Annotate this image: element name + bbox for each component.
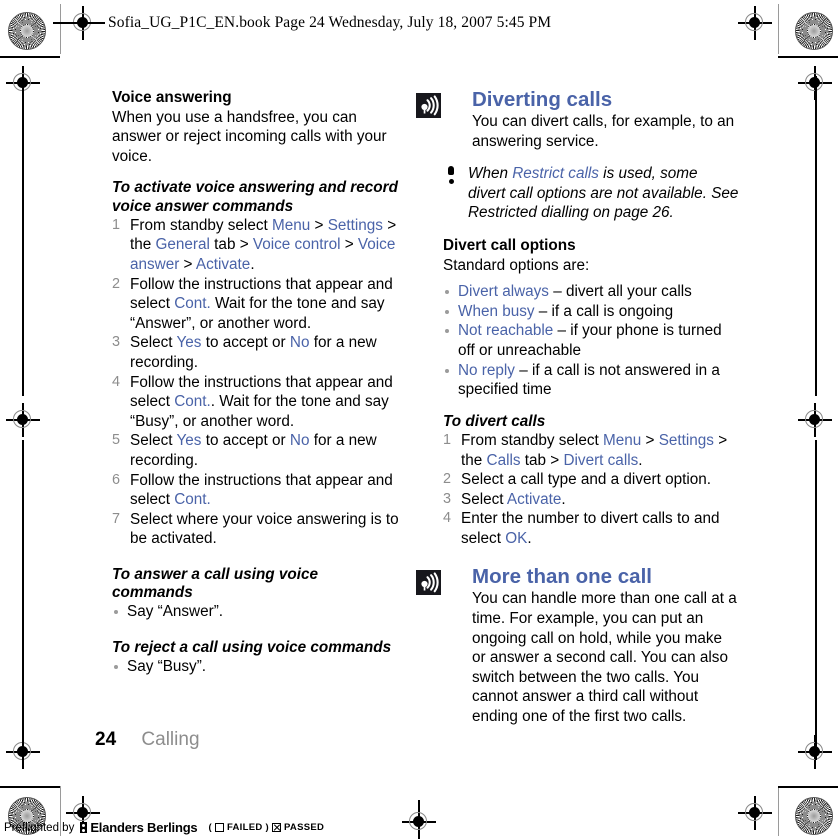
procedure-step: Follow the instructions that appear and … [112, 471, 393, 509]
ui-term: OK [505, 529, 528, 547]
preflight-failed-label: FAILED [226, 822, 263, 833]
procedure-step: Enter the number to divert calls to and … [443, 509, 720, 547]
task-activate-voice-answering-title: To activate voice answering and record v… [112, 179, 398, 215]
diverting-calls-heading: Diverting calls [472, 88, 613, 111]
diverting-calls-intro: You can divert calls, for example, to an… [472, 113, 735, 150]
page-footer: 24 Calling [95, 729, 200, 751]
call-waves-icon [416, 93, 441, 118]
procedure-step: Select Activate. [443, 490, 566, 509]
preflight-passed-label: PASSED [284, 822, 325, 833]
preflight-result: ( FAILED ) PASSED [208, 822, 324, 833]
more-than-one-call-heading: More than one call [472, 565, 652, 589]
ui-term: Calls [486, 451, 521, 469]
procedure-step: Select a call type and a divert option. [443, 470, 712, 489]
ui-term: Divert calls [563, 451, 639, 469]
page-number: 24 [95, 729, 117, 750]
ui-term: Cont. [174, 491, 211, 509]
ui-term: No reply [458, 361, 515, 379]
voice-answering-heading: Voice answering [112, 89, 232, 106]
page-content: Voice answering When you use a handsfree… [0, 0, 838, 839]
preflight-open-paren: ( [208, 822, 212, 833]
preflight-close-paren: ) [265, 822, 269, 833]
list-item: No reply – if a call is not answered in … [443, 361, 739, 400]
restrict-calls-note: When Restrict calls is used, some divert… [443, 164, 739, 223]
preflight-strip: Preflighted by Elanders Berlings ( FAILE… [4, 820, 324, 835]
procedure-step: Select where your voice answering is to … [112, 510, 399, 548]
right-column: Diverting calls You can divert calls, fo… [416, 88, 739, 727]
ui-term: When busy [458, 302, 535, 320]
ui-term: Cont. [174, 393, 211, 411]
divert-call-options-list: Divert always – divert all your calls Whe… [443, 282, 739, 400]
list-item: When busy – if a call is ongoing [443, 302, 739, 322]
footer-section-name: Calling [141, 729, 200, 750]
elanders-logo-icon [80, 822, 88, 833]
list-item: Say “Busy”. [112, 657, 402, 677]
ui-term: Restrict calls [512, 165, 599, 183]
ui-term: Settings [327, 216, 383, 234]
voice-answering-intro: When you use a handsfree, you can answer… [112, 108, 387, 165]
list-item: Say “Answer”. [112, 602, 402, 622]
ui-term: Voice control [252, 236, 341, 254]
restrict-calls-note-text: When Restrict calls is used, some divert… [468, 165, 739, 222]
ui-term: Menu [602, 431, 642, 449]
task-reject-call-bullets: Say “Busy”. [112, 657, 402, 677]
task-activate-voice-answering-steps: From standby select Menu > Settings > th… [112, 216, 402, 549]
task-reject-call-title: To reject a call using voice commands [112, 638, 392, 656]
preflight-prefix: Preflighted by [4, 821, 75, 834]
ui-term: No [289, 334, 310, 352]
task-answer-call-bullets: Say “Answer”. [112, 602, 402, 622]
ui-term: Yes [176, 334, 202, 352]
task-divert-calls-title: To divert calls [443, 412, 546, 430]
ui-term: Not reachable [458, 322, 554, 340]
ui-term: General [155, 236, 210, 254]
task-divert-calls-steps: From standby select Menu > Settings > th… [443, 431, 739, 549]
ui-term: Menu [271, 216, 311, 234]
preflight-passed-checkbox[interactable] [272, 823, 281, 832]
procedure-step: From standby select Menu > Settings > th… [112, 216, 397, 273]
diverting-calls-section-head: Diverting calls You can divert calls, fo… [416, 88, 739, 151]
procedure-step: Select Yes to accept or No for a new rec… [112, 431, 377, 469]
call-waves-icon [416, 570, 441, 596]
ui-term: Settings [658, 431, 714, 449]
more-than-one-call-section-head: More than one call You can handle more t… [416, 565, 739, 726]
task-answer-call-title: To answer a call using voice commands [112, 565, 319, 602]
procedure-step: Follow the instructions that appear and … [112, 275, 393, 332]
preflight-failed-checkbox[interactable] [214, 823, 224, 832]
left-column: Voice answering When you use a handsfree… [112, 88, 402, 677]
ui-term: Cont. [174, 295, 211, 313]
more-than-one-call-intro: You can handle more than one call at a t… [472, 590, 737, 726]
preflight-brand: Elanders Berlings [90, 820, 198, 835]
ui-term: Divert always [458, 283, 549, 301]
divert-call-options-intro: Standard options are: [443, 256, 590, 274]
ui-term: Yes [176, 432, 202, 450]
procedure-step: Select Yes to accept or No for a new rec… [112, 333, 377, 371]
ui-term: No [289, 432, 310, 450]
ui-term: Activate [506, 490, 562, 508]
list-item: Not reachable – if your phone is turned … [443, 321, 739, 360]
ui-term: Activate [195, 255, 251, 273]
list-item: Divert always – divert all your calls [443, 282, 739, 302]
procedure-step: Follow the instructions that appear and … [112, 373, 393, 430]
exclamation-icon [446, 166, 456, 185]
divert-call-options-heading: Divert call options [443, 236, 576, 254]
procedure-step: From standby select Menu > Settings > th… [443, 431, 728, 469]
